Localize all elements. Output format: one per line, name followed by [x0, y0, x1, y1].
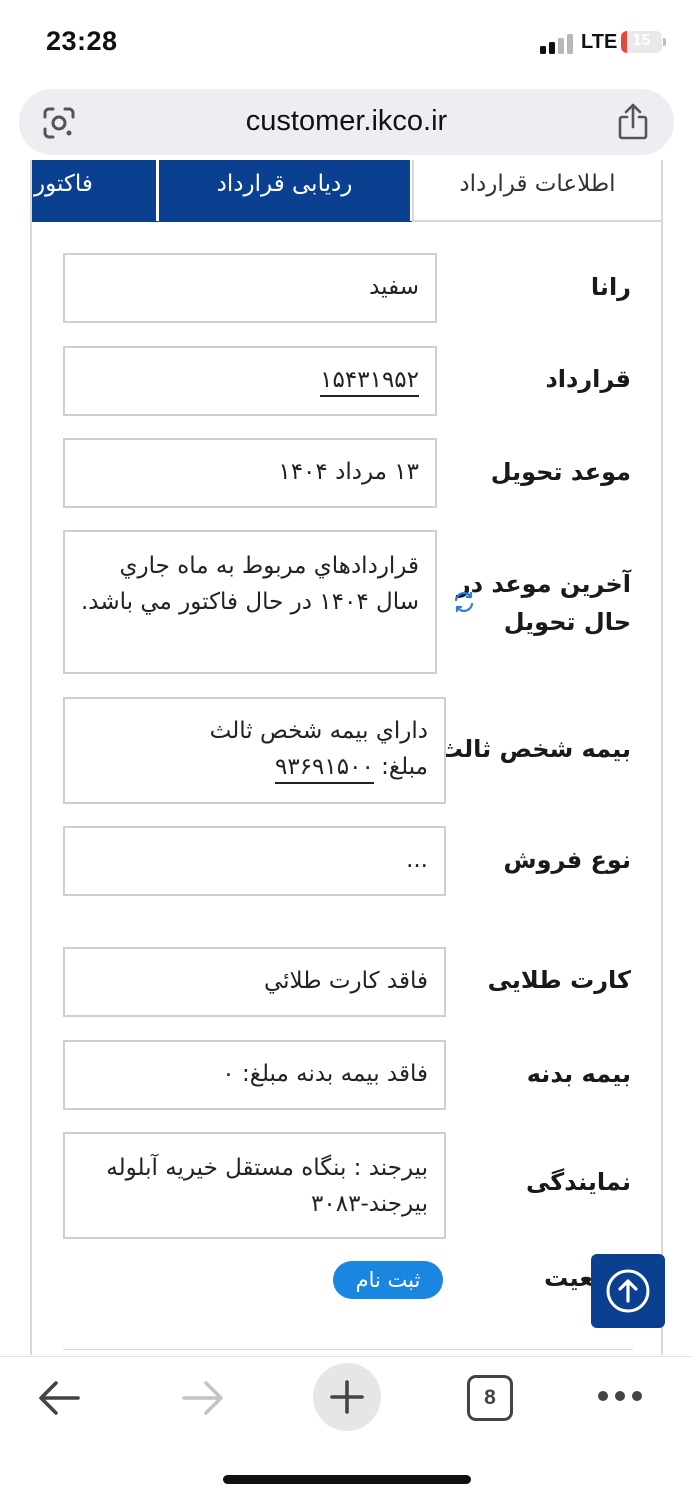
last-delivery-field: قراردادهاي مربوط به ماه جاري سال ۱۴۰۴ در…	[63, 530, 437, 674]
contract-panel: فاکتور ردیابی قرارداد اطلاعات قرارداد را…	[30, 160, 663, 1355]
url-text[interactable]: customer.ikco.ir	[19, 105, 674, 138]
third-party-insurance-label: بیمه شخص ثالث	[438, 735, 631, 763]
tab-factor[interactable]: فاکتور	[32, 160, 156, 222]
address-bar[interactable]: customer.ikco.ir	[19, 89, 674, 155]
tab-contract-info[interactable]: اطلاعات قرارداد	[412, 160, 661, 222]
battery-level: 15	[632, 32, 651, 49]
contract-number-field: ۱۵۴۳۱۹۵۲	[63, 346, 437, 416]
refresh-icon[interactable]	[452, 590, 476, 614]
new-tab-button[interactable]	[313, 1363, 381, 1431]
status-bar: 23:28 LTE 15	[0, 0, 693, 80]
body-insurance-field: فاقد بیمه بدنه مبلغ: ۰	[63, 1040, 446, 1110]
battery-icon: 15	[621, 31, 662, 53]
contract-tabs: فاکتور ردیابی قرارداد اطلاعات قرارداد	[32, 160, 661, 222]
back-arrow-icon[interactable]	[36, 1377, 82, 1419]
home-indicator	[223, 1475, 471, 1484]
golden-card-field: فاقد کارت طلائي	[63, 947, 446, 1017]
tab-switcher-button[interactable]: 8	[467, 1375, 513, 1421]
network-type: LTE	[581, 31, 618, 53]
car-color-field: سفید	[63, 253, 437, 323]
delivery-date-field: ۱۳ مرداد ۱۴۰۴	[63, 438, 437, 508]
golden-card-value: فاقد کارت طلائي	[263, 968, 428, 994]
body-insurance-value: فاقد بیمه بدنه مبلغ: ۰	[222, 1061, 428, 1087]
contract-number-link[interactable]: ۱۵۴۳۱۹۵۲	[320, 367, 419, 397]
sale-type-field: ...	[63, 826, 446, 896]
status-time: 23:28	[46, 26, 118, 56]
amount-prefix: مبلغ:	[381, 754, 428, 780]
car-color-value: سفید	[369, 274, 419, 300]
status-badge: ثبت نام	[333, 1261, 443, 1299]
signal-strength-icon	[540, 34, 576, 54]
more-dots-icon[interactable]	[596, 1389, 644, 1403]
agency-value-line2: بيرجند-۳۰۸۳	[311, 1191, 428, 1217]
sale-type-value: ...	[406, 847, 428, 873]
body-insurance-label: بیمه بدنه	[526, 1060, 631, 1088]
last-delivery-value: قراردادهاي مربوط به ماه جاري سال ۱۴۰۴ در…	[80, 553, 419, 615]
tab-contract-tracking[interactable]: ردیابی قرارداد	[159, 160, 410, 222]
last-delivery-label-line1: آخرین موعد در	[456, 570, 631, 598]
contract-label: قرارداد	[545, 365, 631, 393]
divider	[63, 1349, 633, 1350]
insurance-amount-link[interactable]: ۹۳۶۹۱۵۰۰	[274, 754, 374, 784]
agency-label: نمایندگی	[525, 1168, 631, 1196]
delivery-date-label: موعد تحویل	[490, 458, 631, 486]
forward-arrow-icon[interactable]	[180, 1377, 226, 1419]
last-delivery-label-line2: حال تحویل	[503, 608, 631, 636]
delivery-date-value: ۱۳ مرداد ۱۴۰۴	[278, 459, 419, 485]
car-model-label: رانا	[590, 273, 631, 301]
last-delivery-label: آخرین موعد در حال تحویل	[457, 565, 631, 641]
battery-tip	[663, 38, 666, 46]
arrow-up-circle-icon	[606, 1269, 650, 1313]
agency-field: بيرجند : بنگاه مستقل خيريه آبلوله بيرجند…	[63, 1132, 446, 1239]
tabs-underline	[32, 221, 412, 222]
third-party-insurance-amount-row: مبلغ: ۹۳۶۹۱۵۰۰	[81, 749, 428, 785]
plus-icon	[330, 1380, 364, 1414]
third-party-insurance-field: داراي بيمه شخص ثالث مبلغ: ۹۳۶۹۱۵۰۰	[63, 697, 446, 804]
third-party-insurance-value: داراي بيمه شخص ثالث	[209, 718, 428, 744]
agency-value-line1: بيرجند : بنگاه مستقل خيريه آبلوله	[106, 1155, 428, 1181]
sale-type-label: نوع فروش	[503, 846, 632, 874]
share-icon[interactable]	[616, 103, 650, 141]
golden-card-label: کارت طلایی	[487, 966, 631, 994]
scroll-to-top-button[interactable]	[591, 1254, 665, 1328]
